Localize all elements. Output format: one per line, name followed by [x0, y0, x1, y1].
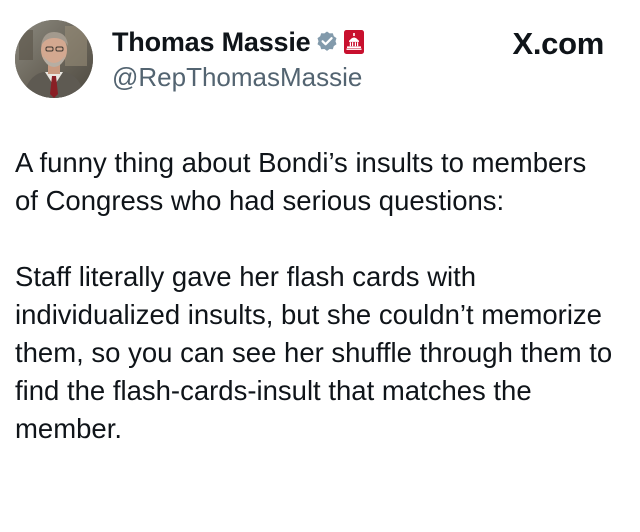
source-label: X.com: [512, 26, 604, 61]
avatar-photo: [15, 20, 93, 98]
us-capitol-badge-icon[interactable]: [344, 30, 365, 54]
name-row: Thomas Massie: [112, 24, 510, 60]
user-handle[interactable]: @RepThomasMassie: [112, 62, 510, 93]
avatar[interactable]: [15, 20, 93, 98]
post-text: A funny thing about Bondi’s insults to m…: [15, 144, 615, 448]
post-paragraph: A funny thing about Bondi’s insults to m…: [15, 147, 587, 216]
display-name[interactable]: Thomas Massie: [112, 27, 311, 58]
post-card: Thomas Massie @RepThomasMassie X.com A f…: [0, 0, 640, 532]
verified-checkmark-icon[interactable]: [315, 30, 339, 54]
post-paragraph: Staff literally gave her flash cards wit…: [15, 261, 613, 444]
author-info: Thomas Massie @RepThomasMassie: [112, 24, 510, 93]
